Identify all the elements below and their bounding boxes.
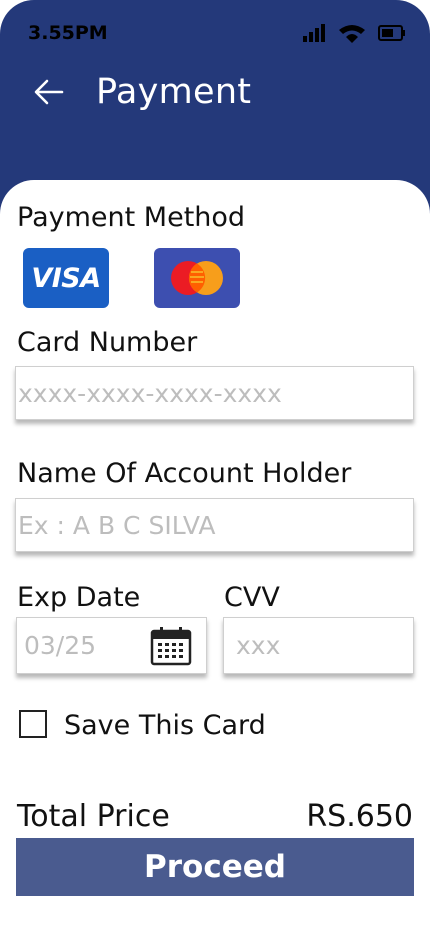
visa-card-option[interactable]: VISA [23,248,109,308]
card-number-field [15,366,414,420]
exp-date-input[interactable] [17,618,157,673]
payment-method-label: Payment Method [17,202,246,233]
total-price-value: RS.650 [306,799,413,834]
exp-date-field [16,617,207,674]
signal-icon [303,24,325,42]
battery-icon [378,25,405,41]
status-bar: 3.55PM [28,18,406,48]
cvv-label: CVV [224,582,280,613]
calendar-icon[interactable] [150,626,192,666]
phone-screen: 3.55PM Payment Payment Method VISA Card … [0,0,430,932]
cvv-input[interactable] [224,618,413,673]
page-title: Payment [96,72,252,112]
wifi-icon [339,25,365,43]
account-holder-field [15,498,414,552]
payment-form: Payment Method VISA Card Number Name Of … [0,180,430,932]
cvv-field [223,617,414,674]
back-button[interactable] [34,77,64,107]
mastercard-option[interactable] [154,248,240,308]
card-number-label: Card Number [17,327,198,358]
exp-date-label: Exp Date [17,582,141,613]
status-icons [302,23,406,43]
account-holder-label: Name Of Account Holder [17,458,352,489]
visa-logo-text: VISA [31,262,101,294]
card-number-input[interactable] [16,367,413,419]
save-card-checkbox[interactable] [19,710,47,738]
proceed-button[interactable]: Proceed [16,838,414,896]
app-bar: Payment [34,68,410,116]
arrow-left-icon [34,79,64,105]
total-price-label: Total Price [17,799,170,834]
status-time: 3.55PM [28,22,108,44]
account-holder-input[interactable] [16,499,413,551]
mastercard-logo-icon [171,261,223,295]
save-card-label: Save This Card [64,710,266,741]
